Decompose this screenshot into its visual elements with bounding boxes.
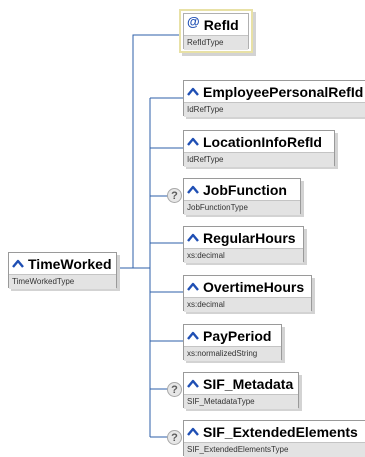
element-icon xyxy=(187,331,199,340)
child-element-node[interactable]: JobFunction JobFunctionType xyxy=(183,178,301,215)
attribute-name: RefId xyxy=(203,16,239,33)
child-element-name: JobFunction xyxy=(203,181,287,198)
child-element-name: SIF_ExtendedElements xyxy=(203,423,358,440)
child-element-type: xs:normalizedString xyxy=(184,346,281,361)
child-element-type: SIF_ExtendedElementsType xyxy=(184,442,365,457)
element-icon xyxy=(187,233,199,242)
element-icon xyxy=(187,185,199,194)
root-element-name: TimeWorked xyxy=(28,255,112,272)
child-element-node[interactable]: OvertimeHours xs:decimal xyxy=(183,275,312,312)
child-element-node[interactable]: SIF_ExtendedElements SIF_ExtendedElements… xyxy=(183,420,365,457)
child-element-name: SIF_Metadata xyxy=(203,375,294,392)
child-element-type: JobFunctionType xyxy=(184,200,300,215)
element-icon xyxy=(187,87,199,96)
optional-icon: ? xyxy=(167,430,182,445)
element-icon xyxy=(187,137,199,146)
child-element-node[interactable]: LocationInfoRefId IdRefType xyxy=(183,130,335,167)
child-element-type: IdRefType xyxy=(184,152,334,167)
child-element-name: RegularHours xyxy=(203,229,296,246)
root-element-node[interactable]: TimeWorked TimeWorkedType xyxy=(8,252,117,289)
child-element-node[interactable]: RegularHours xs:decimal xyxy=(183,226,304,263)
attribute-type: RefIdType xyxy=(184,35,248,50)
child-element-type: xs:decimal xyxy=(184,297,311,312)
child-element-type: IdRefType xyxy=(184,102,365,117)
root-element-type: TimeWorkedType xyxy=(9,274,116,289)
child-element-name: OvertimeHours xyxy=(203,278,305,295)
element-icon xyxy=(12,259,24,268)
child-element-node[interactable]: SIF_Metadata SIF_MetadataType xyxy=(183,372,299,409)
child-element-node[interactable]: PayPeriod xs:normalizedString xyxy=(183,324,282,361)
attribute-node-refid[interactable]: @ RefId RefIdType xyxy=(179,9,253,53)
child-element-type: SIF_MetadataType xyxy=(184,394,298,409)
optional-icon: ? xyxy=(167,382,182,397)
child-element-node[interactable]: EmployeePersonalRefId IdRefType xyxy=(183,80,365,117)
child-element-name: EmployeePersonalRefId xyxy=(203,83,364,100)
child-element-name: PayPeriod xyxy=(203,327,272,344)
element-icon xyxy=(187,427,199,436)
element-icon xyxy=(187,282,199,291)
element-icon xyxy=(187,379,199,388)
child-element-name: LocationInfoRefId xyxy=(203,133,322,150)
child-element-type: xs:decimal xyxy=(184,248,303,263)
optional-icon: ? xyxy=(167,188,182,203)
attribute-icon: @ xyxy=(187,14,200,29)
